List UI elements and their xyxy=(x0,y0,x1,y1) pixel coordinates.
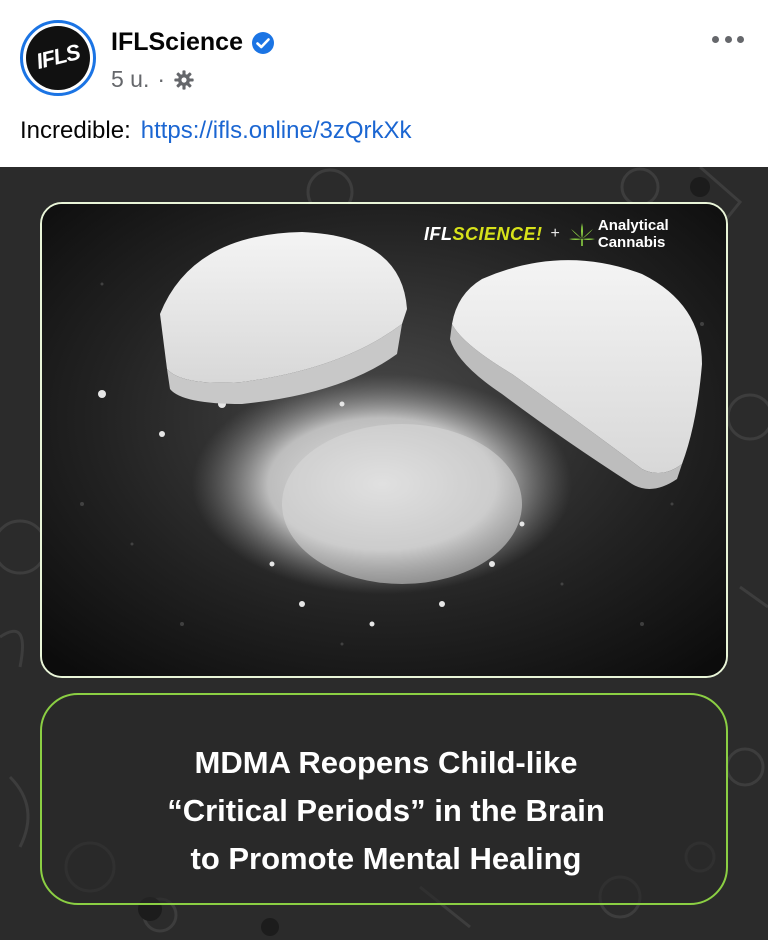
iflscience-logo: IFLSCIENCE! xyxy=(424,224,543,245)
avatar-logo-icon: IFLS xyxy=(26,26,90,90)
headline-line: “Critical Periods” in the Brain xyxy=(167,793,605,828)
pill-photo-illustration xyxy=(42,204,726,676)
page-name-row: IFLScience xyxy=(111,28,275,57)
logo-ifl-part1: IFL xyxy=(424,223,453,244)
partner-logos: IFLSCIENCE! + Analytical Cannabis xyxy=(424,217,726,251)
cannabis-leaf-icon xyxy=(568,221,596,247)
post-image[interactable]: IFLSCIENCE! + Analytical Cannabis MDMA R… xyxy=(0,167,768,940)
headline: MDMA Reopens Child-like “Critical Period… xyxy=(42,739,730,883)
headline-line: to Promote Mental Healing xyxy=(190,841,582,876)
meta-separator: · xyxy=(157,66,166,92)
post-header: IFLS IFLScience 5 u. · xyxy=(0,0,768,110)
post-link[interactable]: https://ifls.online/3zQrkXk xyxy=(141,117,412,144)
verified-badge-icon xyxy=(251,31,275,55)
avatar-label: IFLS xyxy=(33,39,83,74)
more-dot xyxy=(712,35,719,43)
article-photo: IFLSCIENCE! + Analytical Cannabis xyxy=(40,202,728,678)
page-name[interactable]: IFLScience xyxy=(111,28,243,57)
post-meta: 5 u. · xyxy=(111,66,195,93)
headline-line: MDMA Reopens Child-like xyxy=(194,745,578,780)
privacy-gear-icon[interactable] xyxy=(173,69,195,91)
more-dot xyxy=(724,35,732,43)
post-text-prefix: Incredible: xyxy=(20,117,131,144)
logo-plus: + xyxy=(550,225,560,242)
more-dot xyxy=(737,35,744,43)
logo-ifl-part2: SCIENCE! xyxy=(452,223,543,244)
more-options-icon[interactable] xyxy=(708,24,748,54)
post-timestamp[interactable]: 5 u. xyxy=(111,66,149,93)
page-avatar[interactable]: IFLS xyxy=(20,20,96,96)
analytical-cannabis-logo: Analytical Cannabis xyxy=(597,217,669,251)
post-text: Incredible: https://ifls.online/3zQrkXk xyxy=(20,117,412,145)
headline-box: MDMA Reopens Child-like “Critical Period… xyxy=(40,693,728,905)
